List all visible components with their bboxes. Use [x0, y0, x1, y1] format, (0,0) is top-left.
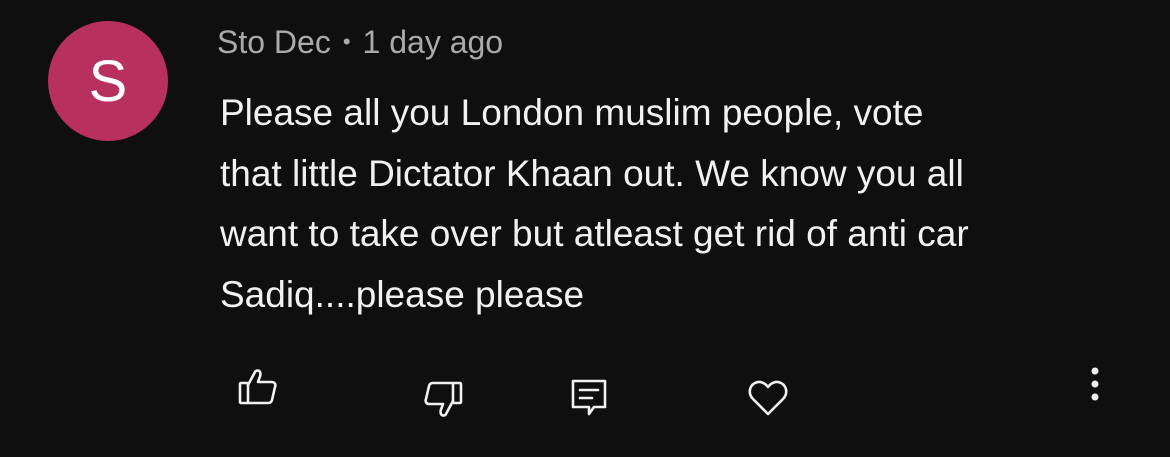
more-options-button[interactable] — [1080, 364, 1110, 404]
reply-icon — [571, 379, 607, 416]
avatar-letter: S — [88, 48, 128, 114]
author-name[interactable]: Sto Dec — [217, 24, 331, 60]
more-vert-icon — [1091, 367, 1099, 401]
meta-separator: • — [342, 29, 351, 54]
comment-text: Please all you London muslim people, vot… — [220, 83, 1140, 325]
dislike-button[interactable] — [422, 378, 464, 420]
comment-text-line: Sadiq....please please — [220, 273, 585, 315]
comment-meta: Sto Dec • 1 day ago — [217, 20, 503, 68]
thumbs-up-icon — [238, 369, 277, 405]
reply-button[interactable] — [568, 376, 610, 418]
avatar[interactable]: S — [48, 21, 168, 141]
comment-text-line: want to take over but atleast get rid of… — [220, 213, 969, 254]
thumbs-down-icon — [424, 381, 463, 417]
comment-text-line: that little Dictator Khaan out. We know … — [220, 152, 964, 194]
heart-button[interactable] — [746, 376, 790, 418]
timestamp[interactable]: 1 day ago — [363, 24, 504, 60]
comment-item: S Sto Dec • 1 day ago Please all you Londo… — [0, 0, 1170, 457]
comment-text-line: Please all you London muslim people, vot… — [220, 92, 924, 133]
like-button[interactable] — [237, 366, 279, 408]
heart-icon — [748, 380, 788, 416]
